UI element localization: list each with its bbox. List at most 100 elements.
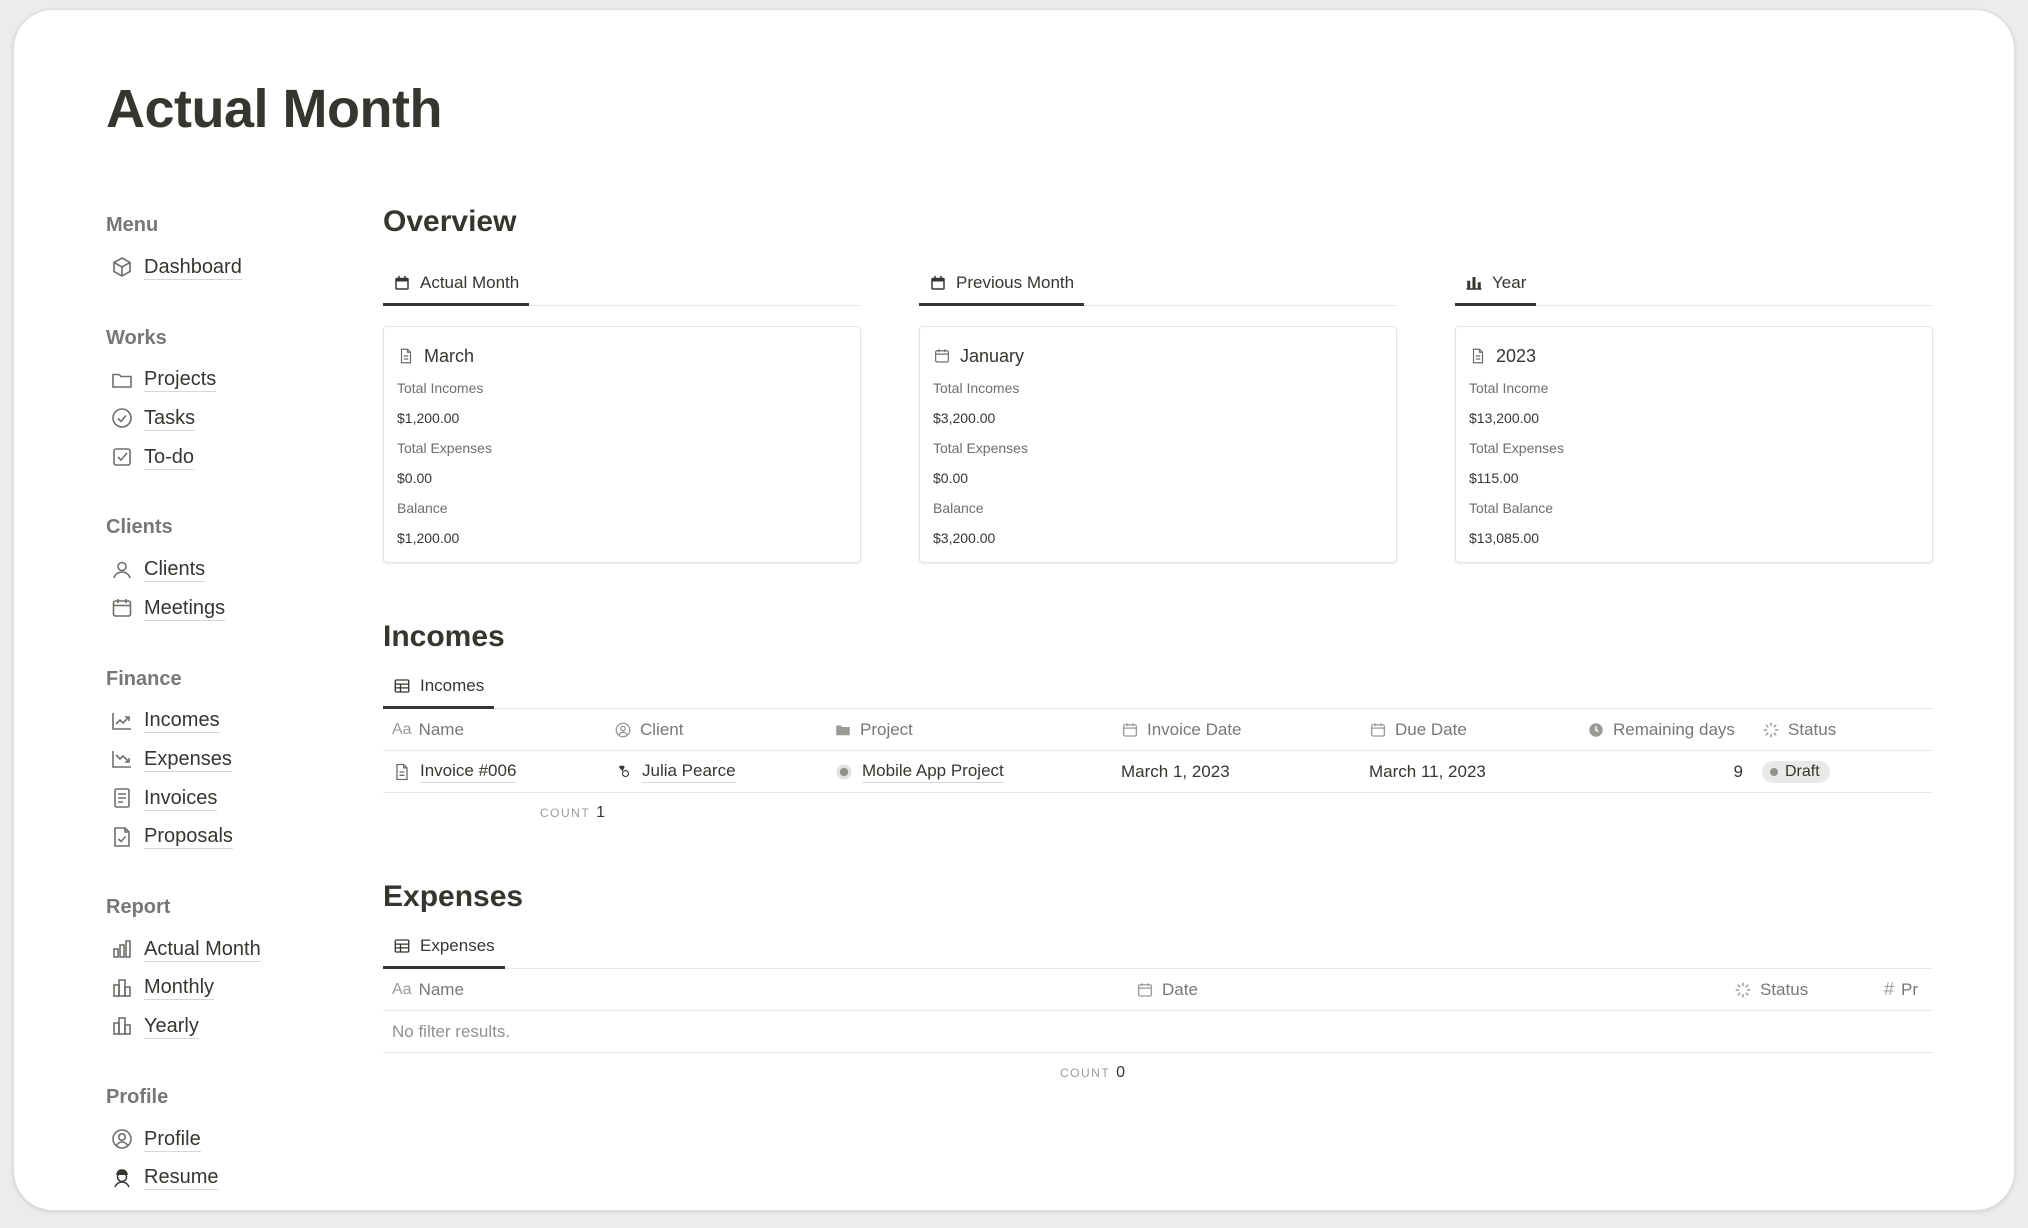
status-spinner-icon <box>1763 722 1779 737</box>
empty-state: No filter results. <box>383 1011 1933 1053</box>
incomes-title: Incomes <box>383 620 505 653</box>
tab-actual-month[interactable]: Actual Month <box>383 262 530 306</box>
sidebar-item-proposals[interactable]: Proposals <box>106 817 336 856</box>
sidebar-item-meetings[interactable]: Meetings <box>106 589 336 628</box>
calendar-icon <box>110 596 134 620</box>
column-header-name[interactable]: Aa Name <box>383 969 1127 1011</box>
sidebar-item-invoices[interactable]: Invoices <box>106 779 336 818</box>
count-value: 0 <box>1116 1064 1126 1081</box>
table-header: Aa Name Date Status # Pr <box>383 969 1933 1011</box>
sidebar-item-resume[interactable]: Resume <box>106 1158 336 1197</box>
page-title: Actual Month <box>106 79 442 139</box>
buildings-icon <box>110 976 134 1000</box>
card-name: 2023 <box>1496 345 1537 366</box>
column-header-date[interactable]: Date <box>1127 969 1725 1011</box>
prop-label: Total Balance <box>1469 500 1554 516</box>
sidebar-item-yearly[interactable]: Yearly <box>106 1007 336 1046</box>
overview-column: Year 2023 Total Income $13,200.00 Total … <box>1455 262 1933 563</box>
client-link[interactable]: Julia Pearce <box>642 760 736 783</box>
prop-value: $1,200.00 <box>397 410 460 426</box>
tab-previous-month[interactable]: Previous Month <box>919 262 1085 306</box>
sidebar-group-menu: Menu Dashboard <box>106 210 336 287</box>
invoice-link[interactable]: Invoice #006 <box>420 760 517 783</box>
cell-project[interactable]: Mobile App Project <box>825 751 1112 793</box>
cell-name[interactable]: Invoice #006 <box>383 751 605 793</box>
prop-value: $3,200.00 <box>933 530 996 546</box>
cell-due-date[interactable]: March 11, 2023 <box>1360 751 1578 793</box>
column-header-price[interactable]: # Pr <box>1875 969 1933 1011</box>
summary-card[interactable]: March Total Incomes $1,200.00 Total Expe… <box>383 326 861 563</box>
cell-invoice-date[interactable]: March 1, 2023 <box>1112 751 1360 793</box>
column-header-status[interactable]: Status <box>1725 969 1875 1011</box>
person-icon <box>110 558 134 582</box>
sidebar-group-clients: Clients Clients Meetings <box>106 512 336 627</box>
column-header-remaining-days[interactable]: Remaining days <box>1578 709 1753 751</box>
table-icon <box>394 938 410 953</box>
sidebar-item-profile[interactable]: Profile <box>106 1120 336 1159</box>
cell-client[interactable]: Julia Pearce <box>605 751 825 793</box>
prop-label: Total Incomes <box>397 380 484 396</box>
sidebar-item-label: Invoices <box>144 786 218 811</box>
bar-chart-icon <box>110 937 134 961</box>
sidebar-group-title: Clients <box>106 516 173 539</box>
sidebar-item-monthly[interactable]: Monthly <box>106 969 336 1008</box>
tab-label: Actual Month <box>420 272 520 292</box>
sidebar-group-report: Report Actual Month Monthly Yearly <box>106 892 336 1046</box>
sidebar-item-incomes[interactable]: Incomes <box>106 702 336 741</box>
column-header-project[interactable]: Project <box>825 709 1112 751</box>
prop-value: $0.00 <box>397 470 433 486</box>
column-header-name[interactable]: Aa Name <box>383 709 605 751</box>
sidebar-item-dashboard[interactable]: Dashboard <box>106 248 336 287</box>
view-tabbar: Year <box>1455 262 1933 306</box>
sidebar-item-label: Meetings <box>144 596 226 621</box>
tab-incomes[interactable]: Incomes <box>383 665 495 709</box>
column-label: Project <box>860 719 913 739</box>
table-row[interactable]: Invoice #006 Julia Pearce Mobile App Pro… <box>383 751 1933 793</box>
calendar-icon <box>1137 982 1153 997</box>
sidebar-item-actual-month[interactable]: Actual Month <box>106 930 336 969</box>
tab-year[interactable]: Year <box>1455 262 1537 306</box>
project-link[interactable]: Mobile App Project <box>862 760 1004 783</box>
calendar-icon <box>935 349 949 363</box>
sidebar-group-title: Works <box>106 326 167 349</box>
document-icon <box>400 348 412 364</box>
prop-value: $0.00 <box>933 470 969 486</box>
sidebar-item-label: Profile <box>144 1127 201 1152</box>
column-header-due-date[interactable]: Due Date <box>1360 709 1578 751</box>
tab-expenses[interactable]: Expenses <box>383 925 505 969</box>
cell-status[interactable]: Draft <box>1753 751 1923 793</box>
column-header-invoice-date[interactable]: Invoice Date <box>1112 709 1360 751</box>
sidebar-item-tasks[interactable]: Tasks <box>106 399 336 438</box>
column-header-status[interactable]: Status <box>1753 709 1923 751</box>
sidebar-item-label: Proposals <box>144 825 233 850</box>
column-header-client[interactable]: Client <box>605 709 825 751</box>
sidebar-item-label: Yearly <box>144 1014 199 1039</box>
calendar-icon <box>395 275 409 290</box>
sidebar-group-title: Menu <box>106 214 159 236</box>
sidebar-item-label: Projects <box>144 368 217 393</box>
overview-column: Previous Month January Total Incomes $3,… <box>919 262 1397 563</box>
expenses-title: Expenses <box>383 880 524 913</box>
view-tabbar: Incomes <box>383 663 1933 709</box>
card-header: 2023 <box>1469 339 1919 373</box>
buildings-icon <box>110 1014 134 1038</box>
view-tabbar: Actual Month <box>383 262 861 306</box>
tab-label: Year <box>1492 272 1527 292</box>
sidebar-group-finance: Finance Incomes Expenses Invoices Propos… <box>106 664 336 856</box>
table-header: Aa Name Client Project Invoice Date Due … <box>383 709 1933 751</box>
summary-card[interactable]: January Total Incomes $3,200.00 Total Ex… <box>919 326 1397 563</box>
calendar-icon <box>1122 722 1138 737</box>
sidebar-item-todo[interactable]: To-do <box>106 438 336 477</box>
prop-label: Balance <box>397 500 448 516</box>
sidebar-item-projects[interactable]: Projects <box>106 361 336 400</box>
sidebar-item-label: Tasks <box>144 406 196 431</box>
sidebar-item-expenses[interactable]: Expenses <box>106 740 336 779</box>
cell-remaining-days[interactable]: 9 <box>1578 751 1753 793</box>
sidebar-item-label: Clients <box>144 558 206 583</box>
column-label: Date <box>1162 979 1198 999</box>
column-label: Remaining days <box>1613 719 1735 739</box>
text-type-icon: Aa <box>392 720 412 738</box>
sidebar-item-clients[interactable]: Clients <box>106 550 336 589</box>
summary-card[interactable]: 2023 Total Income $13,200.00 Total Expen… <box>1455 326 1933 563</box>
user-circle-icon <box>110 1127 134 1151</box>
